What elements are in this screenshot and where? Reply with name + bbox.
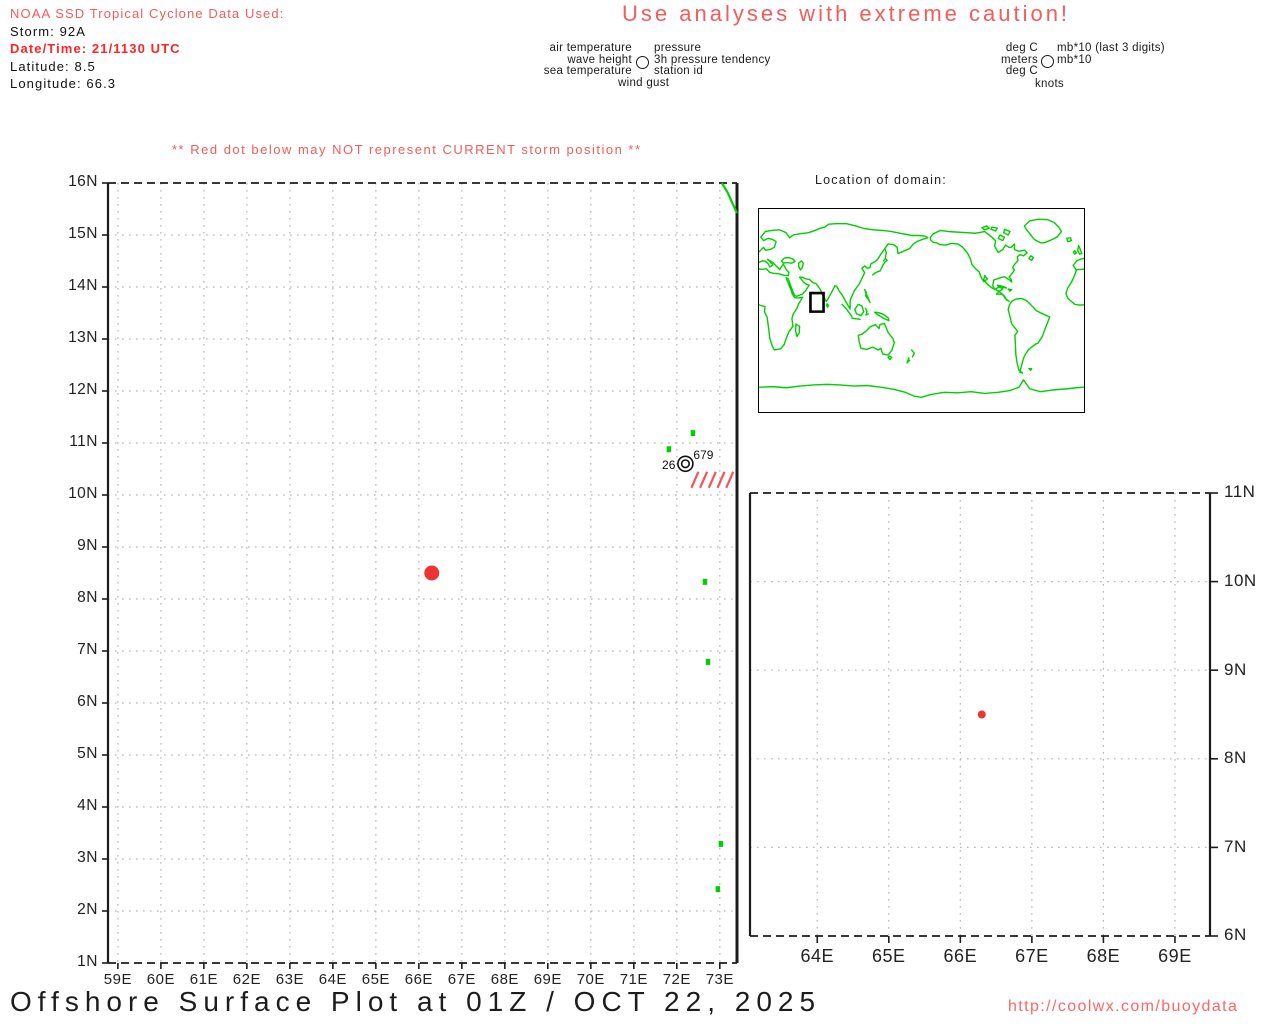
storm-zoom-plot-svg <box>748 492 1218 943</box>
station-outer-circle <box>677 455 694 473</box>
island-speck <box>718 840 724 847</box>
legend-sea-temperature: sea temperature <box>543 65 632 77</box>
storm-latitude: Latitude: 8.5 <box>10 58 96 74</box>
y-tick-label: 1N <box>77 953 98 971</box>
legend-air-temperature: air temperature <box>549 42 632 54</box>
x-tick-label: 66E <box>943 946 978 966</box>
world-map <box>758 208 1085 413</box>
legend-wind-gust: wind gust <box>618 77 670 89</box>
storm-longitude: Longitude: 66.3 <box>10 76 117 91</box>
coastlines <box>759 219 1084 397</box>
units-wave: meters <box>1001 53 1038 66</box>
x-tick-label: 68E <box>1086 946 1121 966</box>
units-circle-icon <box>1041 55 1054 68</box>
y-tick-label: 2N <box>77 901 98 919</box>
y-tick-label: 7N <box>1224 836 1247 856</box>
island-speck <box>690 430 696 437</box>
station-circle-icon <box>636 56 649 69</box>
storm-position-dot <box>424 565 440 581</box>
x-tick-label: 69E <box>1158 946 1192 966</box>
storm-zoom-plot: 64E 65E 66E 67E 68E 69E 6N 7N 8N 9N 10N 11N <box>748 482 1256 966</box>
legend-station-id: station id <box>654 65 704 77</box>
island-speck <box>715 886 721 893</box>
station-pressure-value: 679 <box>693 447 714 462</box>
coastline-fragment <box>721 182 738 214</box>
domain-box <box>810 293 823 312</box>
hatch-slash <box>725 471 735 489</box>
units-pressure: mb*10 (last 3 digits) <box>1057 42 1165 54</box>
legend-pressure-tendency: 3h pressure tendency <box>654 53 771 66</box>
storm-info-block: NOAA SSD Tropical Cyclone Data Used: Sto… <box>10 5 284 93</box>
units-tendency: mb*10 <box>1057 53 1092 66</box>
x-tick-label: 67E <box>1015 946 1049 966</box>
y-tick-label: 11N <box>69 433 98 451</box>
storm-id: Storm: 92A <box>10 23 87 39</box>
world-map-svg <box>759 209 1084 412</box>
y-tick-label: 9N <box>77 537 98 555</box>
domain-box-layer <box>810 293 823 312</box>
y-tick-label: 8N <box>77 589 98 607</box>
units-sea-temp: deg C <box>1005 65 1038 77</box>
y-tick-label: 12N <box>68 381 98 399</box>
source-url-link[interactable]: http://coolwx.com/buoydata <box>1008 998 1238 1016</box>
x-tick-label: 64E <box>800 946 834 966</box>
inset-title: Location of domain: <box>815 173 947 187</box>
legend-pressure: pressure <box>654 42 702 54</box>
y-tick-label: 6N <box>77 693 98 711</box>
island-speck <box>702 578 708 585</box>
storm-position-warning: ** Red dot below may NOT represent CURRE… <box>172 142 642 157</box>
storm-position-dot <box>977 710 986 719</box>
units-air-temp: deg C <box>1005 42 1038 54</box>
y-tick-label: 6N <box>1224 925 1247 945</box>
y-tick-label: 15N <box>68 225 98 243</box>
y-tick-label: 8N <box>1224 748 1247 768</box>
legend-wave-height: wave height <box>567 53 632 66</box>
x-tick-label: 65E <box>872 946 906 966</box>
island-speck <box>705 658 711 665</box>
hatch-slash <box>690 471 700 489</box>
station-inner-circle <box>680 459 691 469</box>
storm-datetime: Date/Time: 21/1130 UTC <box>10 41 181 56</box>
page-title: Offshore Surface Plot at 01Z / OCT 22, 2… <box>10 986 822 1017</box>
y-tick-label: 5N <box>77 745 98 763</box>
y-tick-label: 13N <box>68 329 98 347</box>
y-tick-label: 11N <box>1224 482 1256 502</box>
storm-info-title: NOAA SSD Tropical Cyclone Data Used: <box>10 6 285 21</box>
y-tick-label: 4N <box>77 797 98 815</box>
y-tick-label: 9N <box>1224 659 1247 679</box>
y-tick-label: 10N <box>1224 571 1257 591</box>
hatch-slash <box>707 471 717 489</box>
y-tick-label: 7N <box>77 641 98 659</box>
y-tick-label: 14N <box>68 277 98 295</box>
hatch-slash <box>699 471 709 489</box>
hatch-slash <box>716 471 726 489</box>
main-surface-plot-svg <box>102 182 739 969</box>
main-surface-plot: 59E 60E 61E 62E 63E 64E 65E 66E 67E 68E 69E 70E 71E 7… <box>68 173 739 988</box>
y-tick-label: 10N <box>68 485 98 503</box>
caution-headline: Use analyses with extreme caution! <box>622 1 1071 26</box>
y-tick-label: 16N <box>68 173 98 191</box>
units-wind-gust: knots <box>1035 78 1064 90</box>
station-sea-temp-value: 26 <box>662 457 676 472</box>
island-speck <box>666 446 672 453</box>
y-tick-label: 3N <box>77 849 98 867</box>
